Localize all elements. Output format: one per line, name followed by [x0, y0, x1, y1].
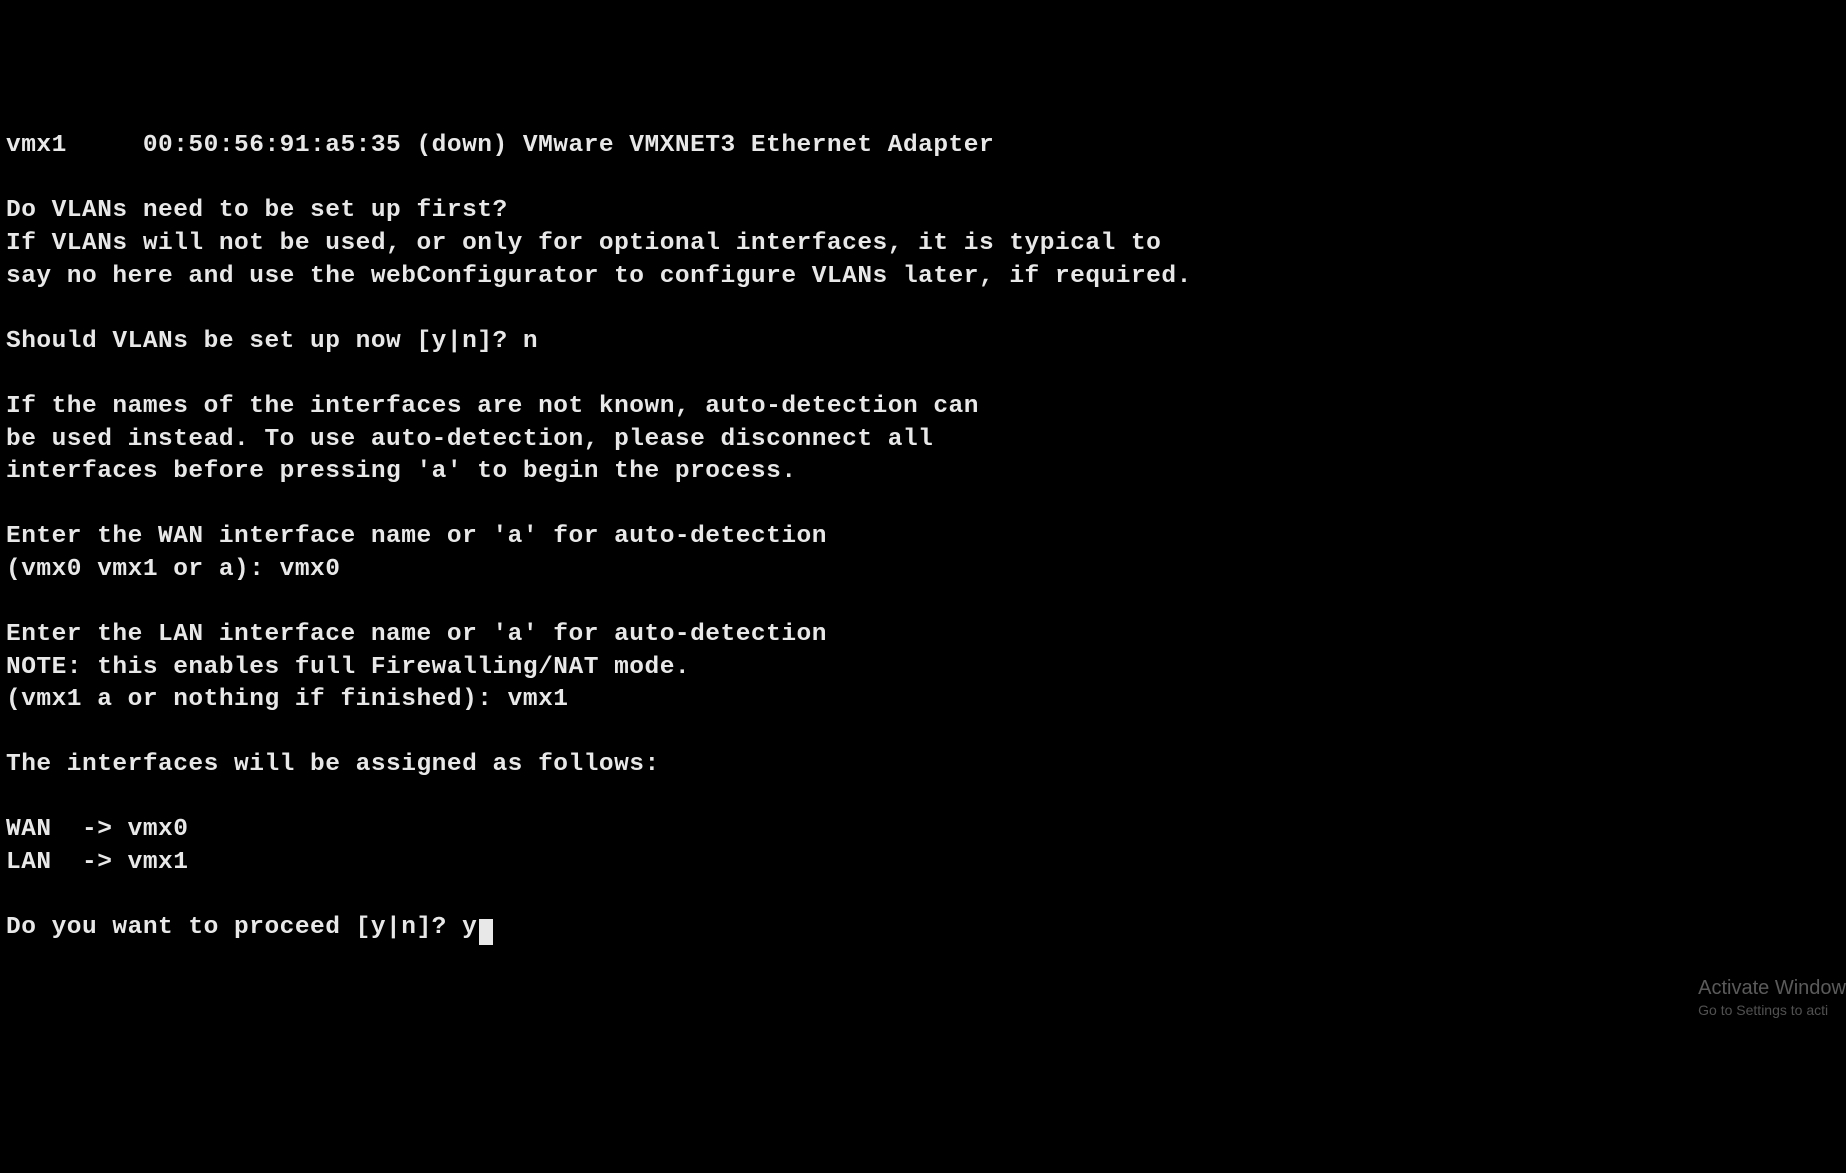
assign-wan: WAN -> vmx0	[6, 816, 188, 843]
vlan-prompt: Should VLANs be set up now [y|n]? n	[6, 328, 538, 355]
autodetect-line2: be used instead. To use auto-detection, …	[6, 426, 933, 453]
assign-header: The interfaces will be assigned as follo…	[6, 751, 660, 778]
vlan-question-line3: say no here and use the webConfigurator …	[6, 263, 1192, 290]
lan-prompt-line1: Enter the LAN interface name or 'a' for …	[6, 621, 827, 648]
wan-prompt-line1: Enter the WAN interface name or 'a' for …	[6, 523, 827, 550]
proceed-prompt: Do you want to proceed [y|n]? y	[6, 914, 477, 941]
vlan-question-line2: If VLANs will not be used, or only for o…	[6, 230, 1161, 257]
lan-prompt-line3: (vmx1 a or nothing if finished): vmx1	[6, 686, 569, 713]
lan-prompt-line2: NOTE: this enables full Firewalling/NAT …	[6, 654, 690, 681]
terminal-output[interactable]: vmx1 00:50:56:91:a5:35 (down) VMware VMX…	[6, 130, 1846, 944]
watermark-title: Activate Window	[1698, 976, 1846, 1000]
iface-line: vmx1 00:50:56:91:a5:35 (down) VMware VMX…	[6, 132, 994, 159]
vlan-question-line1: Do VLANs need to be set up first?	[6, 197, 508, 224]
activate-windows-watermark: Activate Window Go to Settings to acti	[1698, 976, 1846, 1019]
cursor-icon	[479, 919, 493, 945]
wan-prompt-line2: (vmx0 vmx1 or a): vmx0	[6, 556, 340, 583]
assign-lan: LAN -> vmx1	[6, 849, 188, 876]
watermark-sub: Go to Settings to acti	[1698, 1002, 1846, 1019]
autodetect-line3: interfaces before pressing 'a' to begin …	[6, 458, 797, 485]
autodetect-line1: If the names of the interfaces are not k…	[6, 393, 979, 420]
